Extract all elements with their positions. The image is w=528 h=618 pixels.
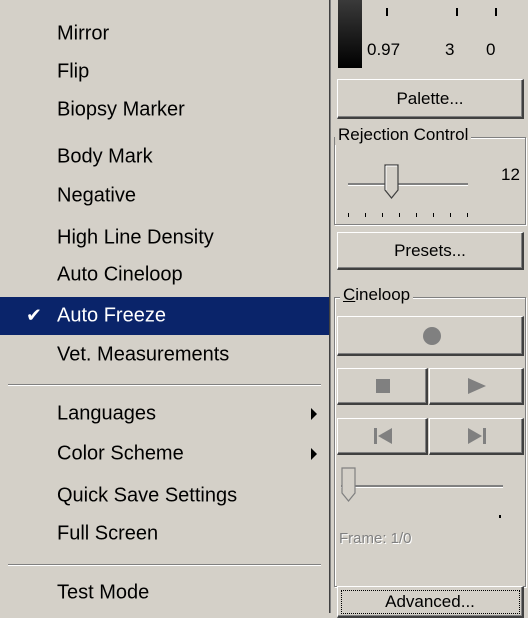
menu-item-auto-cineloop[interactable]: Auto Cineloop: [0, 256, 329, 294]
context-menu: Mirror Flip Biopsy Marker Body Mark Nega…: [0, 0, 330, 613]
play-icon: [468, 378, 486, 394]
cineloop-label-suffix: ineloop: [355, 285, 411, 304]
slider-track: [348, 183, 468, 186]
menu-item-label: Body Mark: [57, 145, 153, 168]
menu-item-label: Negative: [57, 184, 136, 207]
menu-item-body-mark[interactable]: Body Mark: [0, 138, 329, 176]
control-panel: 0.97 3 0 Palette... Rejection Control 12…: [331, 0, 528, 618]
menu-item-auto-freeze[interactable]: ✔ Auto Freeze: [0, 297, 329, 335]
menu-separator: [8, 564, 321, 566]
frame-slider[interactable]: [341, 467, 503, 530]
submenu-arrow-icon: [311, 448, 317, 460]
frame-counter: Frame: 1/0: [339, 530, 412, 547]
menu-item-quick-save-settings[interactable]: Quick Save Settings: [0, 477, 329, 515]
stop-button[interactable]: [337, 368, 428, 405]
menu-item-label: High Line Density: [57, 226, 214, 249]
cineloop-label: Cineloop: [340, 285, 414, 305]
menu-item-label: Auto Freeze: [57, 304, 166, 327]
menu-item-full-screen[interactable]: Full Screen: [0, 515, 329, 553]
menu-item-languages[interactable]: Languages: [0, 395, 329, 433]
rejection-control-label: Rejection Control: [335, 125, 472, 145]
menu-item-flip[interactable]: Flip: [0, 53, 329, 91]
menu-item-label: Biopsy Marker: [57, 98, 185, 121]
skip-last-button[interactable]: [429, 418, 524, 455]
slider-thumb[interactable]: [341, 467, 357, 503]
cineloop-label-mnemonic: C: [343, 285, 356, 304]
menu-item-high-line-density[interactable]: High Line Density: [0, 219, 329, 257]
menu-item-mirror[interactable]: Mirror: [0, 15, 329, 53]
menu-item-label: Mirror: [57, 22, 110, 45]
skip-first-button[interactable]: [337, 418, 428, 455]
presets-button-label: Presets...: [394, 240, 466, 260]
advanced-button[interactable]: Advanced...: [337, 586, 524, 618]
checkmark-icon: ✔: [26, 305, 42, 327]
readout-value: 0.97: [367, 40, 401, 59]
rejection-value: 12: [501, 165, 520, 184]
slider-thumb[interactable]: [384, 164, 400, 200]
menu-item-test-mode[interactable]: Test Mode: [0, 574, 329, 612]
menu-item-vet-measurements[interactable]: Vet. Measurements: [0, 336, 329, 374]
menu-separator: [8, 384, 321, 386]
scale-tick: [495, 8, 497, 16]
readout-value: 3: [445, 40, 455, 59]
menu-item-label: Test Mode: [57, 581, 150, 604]
menu-item-negative[interactable]: Negative: [0, 177, 329, 215]
record-icon: [423, 327, 441, 345]
menu-item-biopsy-marker[interactable]: Biopsy Marker: [0, 91, 329, 129]
slider-end-tick: [499, 515, 501, 518]
scale-tick: [386, 8, 388, 16]
menu-item-label: Languages: [57, 402, 156, 425]
menu-item-color-scheme[interactable]: Color Scheme: [0, 435, 329, 473]
record-button[interactable]: [337, 316, 524, 356]
play-button[interactable]: [429, 368, 524, 405]
menu-item-label: Full Screen: [57, 522, 159, 545]
slider-track: [341, 485, 503, 488]
stop-icon: [376, 379, 390, 393]
menu-item-label: Flip: [57, 60, 90, 83]
palette-button[interactable]: Palette...: [337, 79, 524, 119]
readout-value: 0: [486, 40, 496, 59]
skip-last-icon: [468, 428, 486, 444]
presets-button[interactable]: Presets...: [337, 232, 524, 270]
scale-tick: [456, 8, 458, 16]
submenu-arrow-icon: [311, 408, 317, 420]
menu-item-label: Vet. Measurements: [57, 343, 230, 366]
rejection-slider[interactable]: [348, 164, 468, 222]
rejection-label-prefix: Re: [338, 125, 360, 144]
skip-first-icon: [374, 428, 392, 444]
menu-item-label: Quick Save Settings: [57, 484, 238, 507]
rejection-label-suffix: ection Control: [363, 125, 469, 144]
palette-button-label: Palette...: [396, 88, 464, 108]
menu-item-label: Auto Cineloop: [57, 263, 183, 286]
slider-tick-marks: [348, 213, 468, 217]
grayscale-bar: [338, 0, 362, 68]
menu-item-label: Color Scheme: [57, 442, 184, 465]
advanced-button-label: Advanced...: [385, 591, 475, 611]
